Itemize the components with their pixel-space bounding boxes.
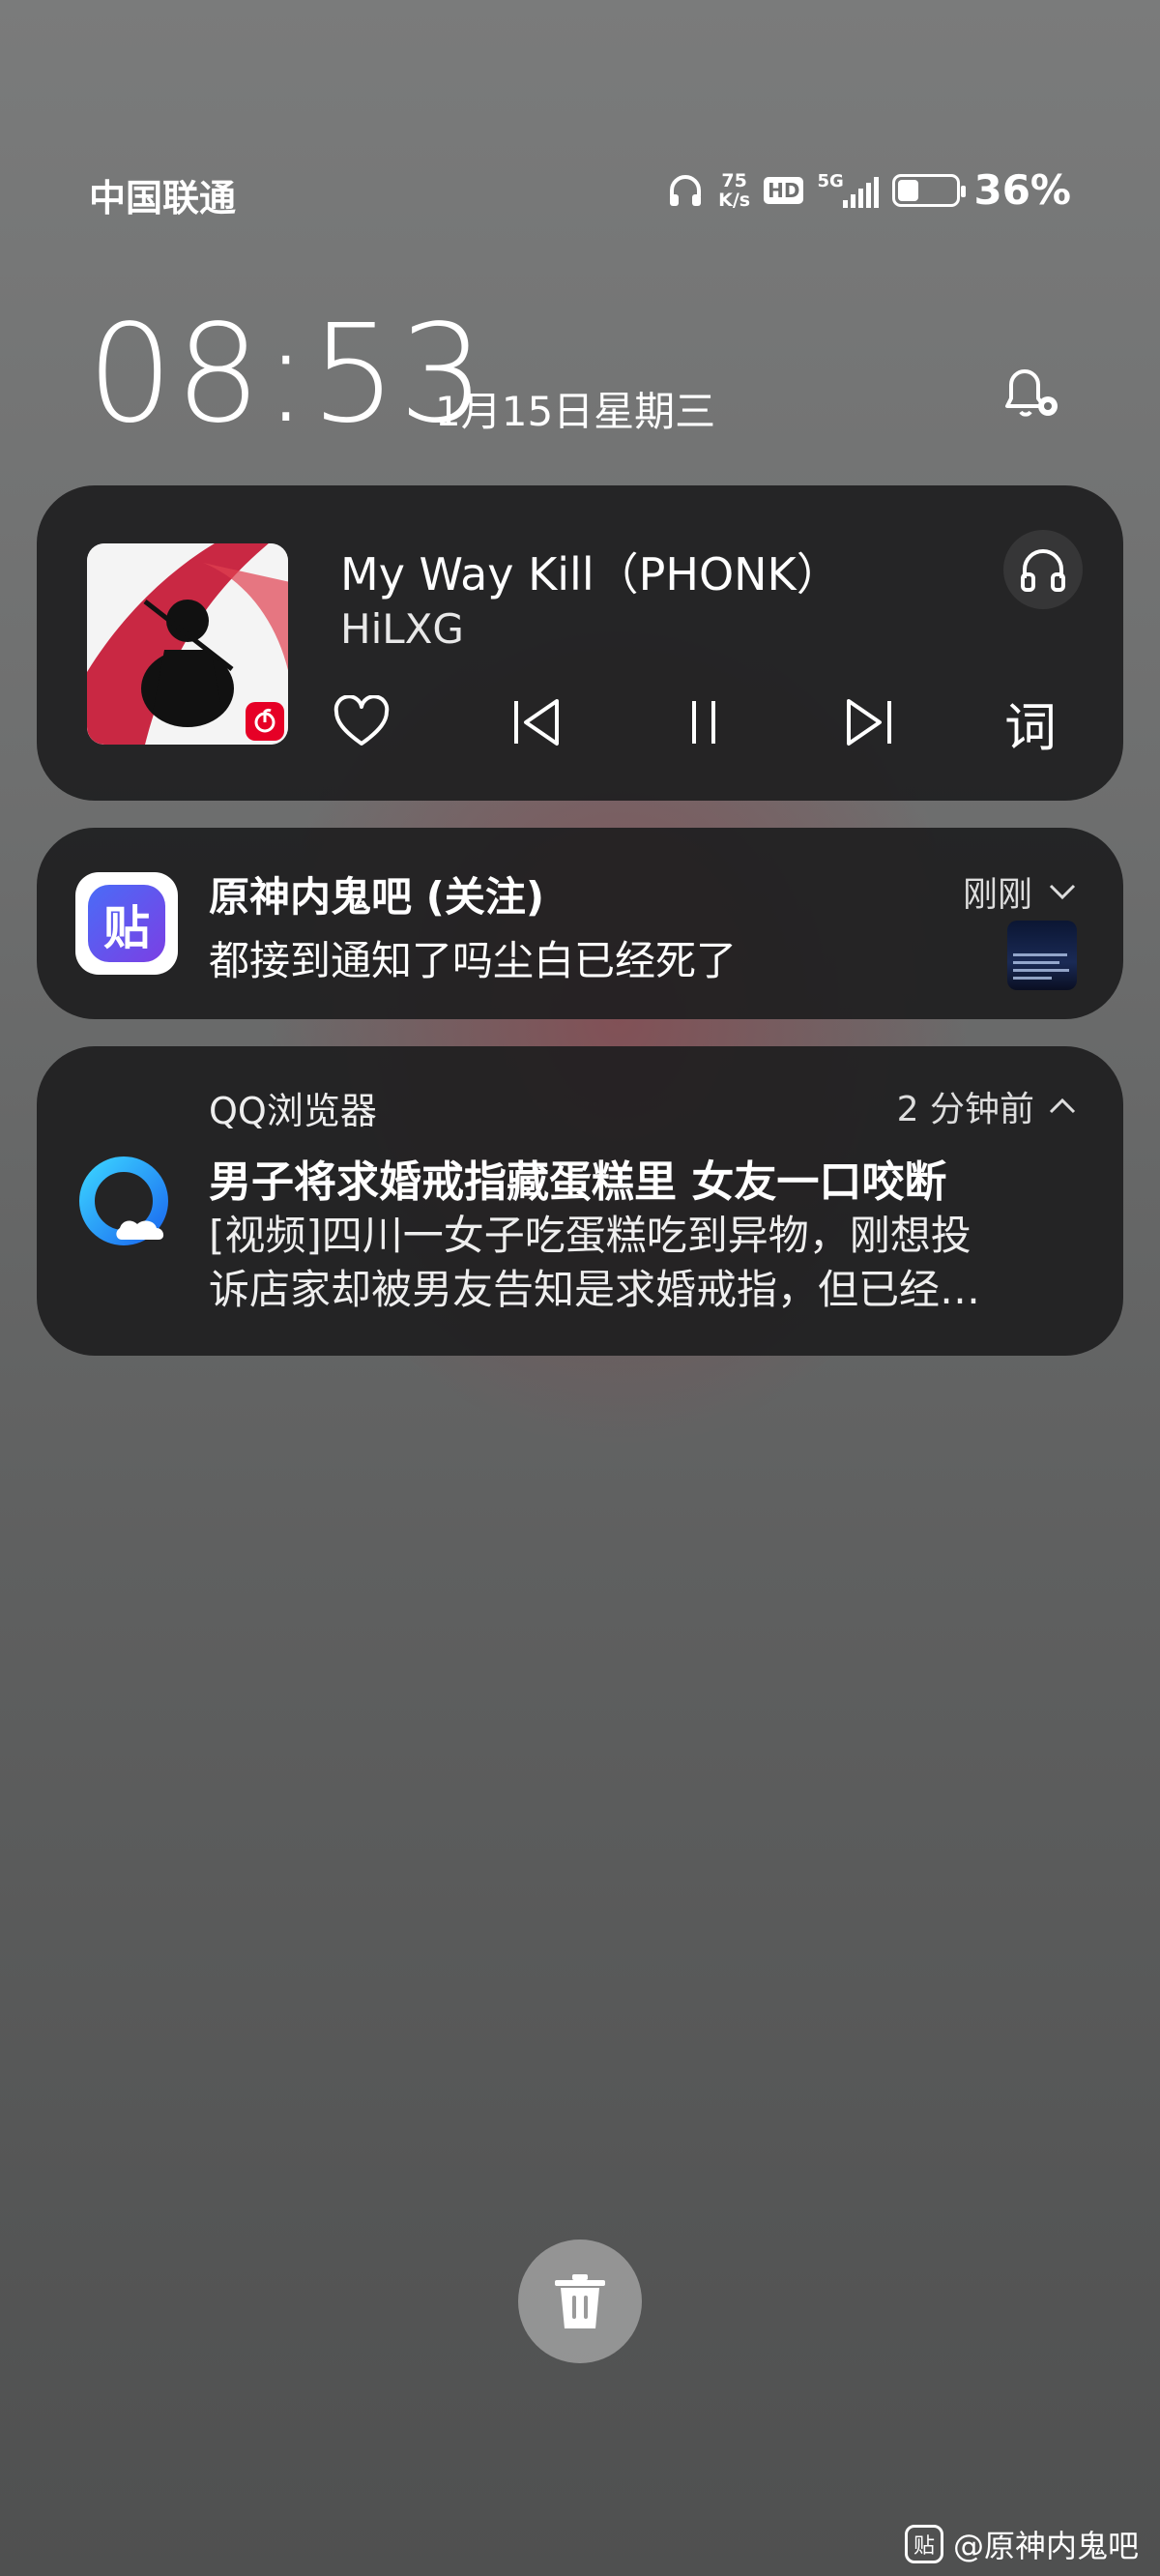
next-track-button[interactable] bbox=[831, 679, 909, 766]
tieba-app-icon: 贴 bbox=[75, 872, 178, 975]
audio-output-button[interactable] bbox=[1003, 530, 1083, 609]
notification-time-row: 刚刚 bbox=[963, 866, 1077, 917]
playback-controls: 词 bbox=[334, 679, 1104, 766]
lockscreen-clock: 08:53 bbox=[87, 296, 487, 454]
notification-time: 刚刚 bbox=[962, 875, 1032, 915]
tieba-logo: 贴 bbox=[88, 885, 165, 962]
chevron-down-icon[interactable] bbox=[1048, 882, 1077, 901]
pause-button[interactable] bbox=[665, 679, 742, 766]
notification-thumbnail bbox=[1007, 921, 1077, 990]
headphones-icon bbox=[1021, 549, 1065, 592]
watermark: 贴 @原神内鬼吧 bbox=[904, 2522, 1139, 2566]
notification-body: 都接到通知了吗尘白已经死了 bbox=[209, 937, 738, 984]
signal-bars-icon bbox=[843, 176, 880, 208]
notification-body-line: 诉店家却被男友告知是求婚戒指，但已经… bbox=[209, 1266, 981, 1313]
notification-title: 男子将求婚戒指藏蛋糕里 女友一口咬断 bbox=[209, 1157, 947, 1207]
notification-qq-browser[interactable]: QQ浏览器 2 分钟前 男子将求婚戒指藏蛋糕里 女友一口咬断 [视频]四川一女子… bbox=[37, 1046, 1123, 1356]
netease-music-icon bbox=[246, 702, 284, 741]
speed-unit: K/s bbox=[718, 189, 751, 211]
status-bar: 中国联通 75 K/s HD 5G 36% bbox=[0, 162, 1160, 224]
notification-time-row: 2 分钟前 bbox=[897, 1081, 1077, 1131]
carrier-name: 中国联通 bbox=[89, 177, 237, 220]
heart-icon bbox=[334, 695, 390, 746]
speed-value: 75 bbox=[721, 169, 747, 191]
notification-time: 2 分钟前 bbox=[896, 1090, 1034, 1129]
status-icons: 75 K/s HD 5G 36% bbox=[666, 166, 1071, 214]
music-player-card[interactable]: My Way Kill（PHONK） HiLXG 词 bbox=[37, 485, 1123, 801]
previous-track-button[interactable] bbox=[497, 679, 574, 766]
battery-fill bbox=[898, 179, 919, 201]
pause-icon bbox=[692, 701, 715, 744]
battery-percent: 36% bbox=[973, 166, 1071, 214]
chevron-up-icon[interactable] bbox=[1048, 1097, 1077, 1116]
lyrics-button[interactable]: 词 bbox=[992, 679, 1069, 766]
song-title: My Way Kill（PHONK） bbox=[340, 548, 841, 600]
hd-badge: HD bbox=[764, 176, 804, 204]
signal-5g-icon: 5G bbox=[817, 170, 880, 210]
tieba-watermark-logo: 贴 bbox=[904, 2525, 943, 2563]
battery-icon bbox=[892, 173, 967, 207]
clear-notifications-button[interactable] bbox=[518, 2239, 642, 2363]
headphones-status-icon bbox=[670, 174, 702, 206]
album-cover[interactable] bbox=[87, 543, 288, 745]
notification-tieba[interactable]: 贴 原神内鬼吧 (关注) 都接到通知了吗尘白已经死了 刚刚 bbox=[37, 828, 1123, 1019]
skip-next-icon bbox=[847, 699, 891, 746]
song-artist: HiLXG bbox=[340, 605, 464, 653]
notification-body: [视频]四川一女子吃蛋糕吃到异物，刚想投 诉店家却被男友告知是求婚戒指，但已经… bbox=[209, 1209, 1079, 1317]
notification-settings-icon[interactable] bbox=[994, 356, 1065, 427]
skip-previous-icon bbox=[514, 699, 559, 746]
lockscreen-date: 1月15日星期三 bbox=[435, 388, 716, 435]
notification-title: 原神内鬼吧 (关注) bbox=[209, 873, 545, 921]
watermark-text: @原神内鬼吧 bbox=[952, 2528, 1139, 2564]
network-type: 5G bbox=[817, 170, 844, 191]
notification-body-line: [视频]四川一女子吃蛋糕吃到异物，刚想投 bbox=[209, 1212, 972, 1259]
trash-icon bbox=[555, 2274, 605, 2328]
network-speed: 75 K/s bbox=[718, 171, 750, 210]
like-button[interactable] bbox=[323, 679, 400, 766]
notification-app-name: QQ浏览器 bbox=[209, 1090, 377, 1132]
qq-browser-app-icon bbox=[79, 1156, 168, 1245]
